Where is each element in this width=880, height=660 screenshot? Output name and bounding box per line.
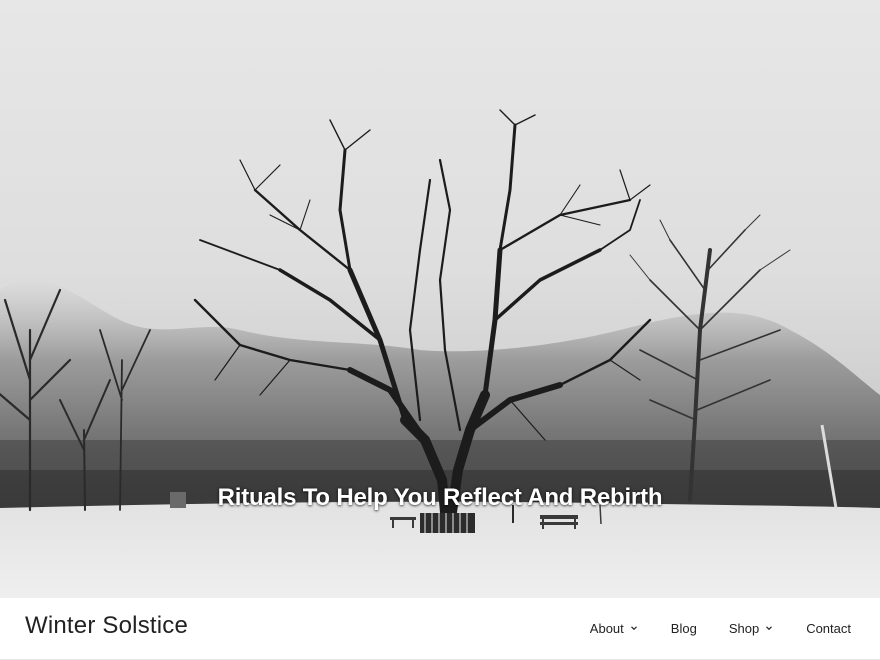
nav-item-label: Shop [728,620,760,636]
nav-item-label: Contact [806,620,851,636]
nav-item-about[interactable]: About [590,621,639,636]
chevron-down-icon [766,626,773,631]
nav-item-shop[interactable]: Shop [729,621,774,636]
hero-image: Rituals To Help You Reflect And Rebirth [0,0,880,598]
site-title-link[interactable]: Winter Solstice [25,612,188,640]
main-navigation: About Blog Shop Contact [590,598,851,658]
nav-item-blog[interactable]: Blog [671,621,697,636]
nav-item-label: Blog [670,620,697,636]
hero-title: Rituals To Help You Reflect And Rebirth [217,484,663,511]
nav-item-contact[interactable]: Contact [806,621,851,636]
chevron-down-icon [630,626,637,631]
site-header: Winter Solstice About Blog Shop Contact [0,598,880,660]
nav-item-label: About [589,620,624,636]
page: Rituals To Help You Reflect And Rebirth … [0,0,880,660]
